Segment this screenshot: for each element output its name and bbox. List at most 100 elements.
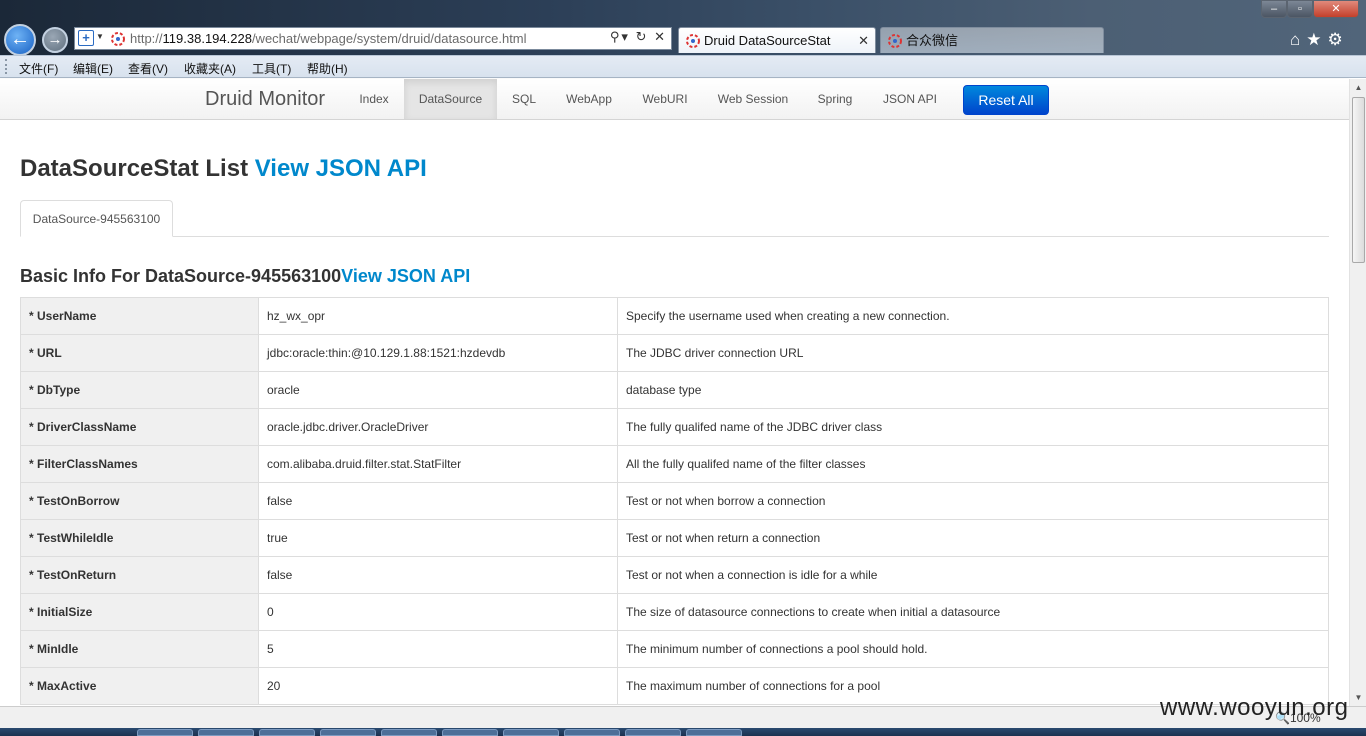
compat-view-icon[interactable]: + bbox=[78, 30, 94, 46]
row-value: oracle.jdbc.driver.OracleDriver bbox=[258, 408, 618, 446]
tools-gear-icon[interactable]: ⚙ bbox=[1328, 30, 1349, 49]
url-prefix: http:// bbox=[130, 31, 163, 46]
nav-json-api[interactable]: JSON API bbox=[868, 79, 952, 119]
taskbar-button[interactable] bbox=[259, 729, 315, 736]
row-value: true bbox=[258, 519, 618, 557]
row-key: * FilterClassNames bbox=[20, 445, 259, 483]
vertical-scrollbar[interactable]: ▲ ▼ bbox=[1349, 79, 1366, 706]
tab-druid-datasourcestat[interactable]: Druid DataSourceStat ✕ bbox=[678, 27, 876, 53]
row-key: * DbType bbox=[20, 371, 259, 409]
search-icon[interactable]: ⚲▾ bbox=[610, 29, 630, 44]
table-row: * URL jdbc:oracle:thin:@10.129.1.88:1521:… bbox=[20, 334, 1329, 372]
nav-web-session[interactable]: Web Session bbox=[704, 79, 802, 119]
nav-datasource[interactable]: DataSource bbox=[404, 79, 497, 119]
taskbar-button[interactable] bbox=[320, 729, 376, 736]
main-content: DataSourceStat List View JSON API DataSo… bbox=[0, 120, 1349, 706]
address-tools: ⚲▾ ↻ ✕ bbox=[610, 29, 667, 45]
view-json-api-link[interactable]: View JSON API bbox=[255, 155, 427, 182]
table-row: * FilterClassNames com.alibaba.druid.filt… bbox=[20, 445, 1329, 483]
taskbar-button[interactable] bbox=[625, 729, 681, 736]
browser-toolbar-icons: ⌂★⚙ bbox=[1290, 30, 1349, 50]
druid-favicon bbox=[888, 34, 902, 48]
row-value: false bbox=[258, 482, 618, 520]
nav-sql[interactable]: SQL bbox=[500, 79, 548, 119]
nav-webapp[interactable]: WebApp bbox=[551, 79, 627, 119]
back-arrow-icon[interactable]: ← bbox=[4, 24, 36, 56]
row-description: The fully qualifed name of the JDBC driv… bbox=[617, 408, 1329, 446]
address-url[interactable]: http://119.38.194.228/wechat/webpage/sys… bbox=[130, 31, 527, 46]
maximize-button[interactable]: ▫ bbox=[1287, 0, 1313, 18]
table-row: * MaxActive 20 The maximum number of conne… bbox=[20, 667, 1329, 705]
row-description: Test or not when a connection is idle fo… bbox=[617, 556, 1329, 594]
watermark: www.wooyun.org bbox=[1160, 694, 1349, 721]
favorites-star-icon[interactable]: ★ bbox=[1306, 30, 1327, 49]
title-bar: ‒ ▫ ✕ ← → + ▼ http://119.38.194.228/wech… bbox=[0, 0, 1366, 56]
brand[interactable]: Druid Monitor bbox=[205, 88, 325, 111]
menu-view[interactable]: 查看(V) bbox=[128, 60, 168, 77]
druid-favicon bbox=[111, 32, 125, 46]
table-row: * TestOnBorrow false Test or not when borr… bbox=[20, 482, 1329, 520]
menu-grip bbox=[5, 59, 8, 74]
row-key: * URL bbox=[20, 334, 259, 372]
url-path: /wechat/webpage/system/druid/datasource.… bbox=[251, 31, 527, 46]
basic-info-title-text: Basic Info For DataSource-945563100 bbox=[20, 266, 342, 286]
row-key: * MinIdle bbox=[20, 630, 259, 668]
row-description: The size of datasource connections to cr… bbox=[617, 593, 1329, 631]
page-title-text: DataSourceStat List bbox=[20, 155, 249, 182]
table-row: * DriverClassName oracle.jdbc.driver.Orac… bbox=[20, 408, 1329, 446]
menu-edit[interactable]: 编辑(E) bbox=[73, 60, 113, 77]
taskbar-button[interactable] bbox=[442, 729, 498, 736]
basic-view-json-api-link[interactable]: View JSON API bbox=[341, 266, 470, 286]
chevron-down-icon[interactable]: ▼ bbox=[96, 32, 104, 41]
forward-arrow-icon[interactable]: → bbox=[42, 27, 68, 53]
row-description: Test or not when borrow a connection bbox=[617, 482, 1329, 520]
taskbar-button[interactable] bbox=[198, 729, 254, 736]
row-key: * MaxActive bbox=[20, 667, 259, 705]
close-tab-icon[interactable]: ✕ bbox=[858, 28, 869, 53]
menu-favorites[interactable]: 收藏夹(A) bbox=[184, 60, 236, 77]
nav-spring[interactable]: Spring bbox=[806, 79, 864, 119]
taskbar-button[interactable] bbox=[564, 729, 620, 736]
taskbar-button[interactable] bbox=[503, 729, 559, 736]
scroll-up-icon[interactable]: ▲ bbox=[1350, 79, 1366, 96]
row-description: database type bbox=[617, 371, 1329, 409]
refresh-icon[interactable]: ↻ bbox=[636, 29, 649, 44]
taskbar-button[interactable] bbox=[137, 729, 193, 736]
basic-info-table-body: * UserName hz_wx_opr Specify the username … bbox=[20, 297, 1329, 705]
home-icon[interactable]: ⌂ bbox=[1290, 30, 1306, 49]
menu-help[interactable]: 帮助(H) bbox=[307, 60, 348, 77]
menu-tools[interactable]: 工具(T) bbox=[252, 60, 291, 77]
minimize-button[interactable]: ‒ bbox=[1261, 0, 1287, 18]
row-key: * InitialSize bbox=[20, 593, 259, 631]
row-description: The JDBC driver connection URL bbox=[617, 334, 1329, 372]
row-value: 5 bbox=[258, 630, 618, 668]
menu-bar: 文件(F) 编辑(E) 查看(V) 收藏夹(A) 工具(T) 帮助(H) bbox=[0, 55, 1366, 78]
nav-weburi[interactable]: WebURI bbox=[630, 79, 700, 119]
row-value: com.alibaba.druid.filter.stat.StatFilter bbox=[258, 445, 618, 483]
row-description: The minimum number of connections a pool… bbox=[617, 630, 1329, 668]
taskbar-button[interactable] bbox=[381, 729, 437, 736]
druid-favicon bbox=[686, 34, 700, 48]
taskbar-button[interactable] bbox=[686, 729, 742, 736]
scroll-down-icon[interactable]: ▼ bbox=[1350, 689, 1366, 706]
row-value: hz_wx_opr bbox=[258, 297, 618, 335]
row-value: false bbox=[258, 556, 618, 594]
row-description: Specify the username used when creating … bbox=[617, 297, 1329, 335]
reset-all-button[interactable]: Reset All bbox=[963, 85, 1049, 115]
stop-icon[interactable]: ✕ bbox=[654, 29, 667, 44]
url-host: 119.38.194.228 bbox=[162, 31, 252, 46]
address-bar[interactable]: + ▼ http://119.38.194.228/wechat/webpage… bbox=[74, 27, 672, 50]
row-value: 0 bbox=[258, 593, 618, 631]
menu-file[interactable]: 文件(F) bbox=[19, 60, 58, 77]
taskbar bbox=[0, 728, 1366, 736]
tab-datasource[interactable]: DataSource-945563100 bbox=[20, 200, 173, 237]
row-value: jdbc:oracle:thin:@10.129.1.88:1521:hzdev… bbox=[258, 334, 618, 372]
row-key: * UserName bbox=[20, 297, 259, 335]
nav-index[interactable]: Index bbox=[347, 79, 401, 119]
table-row: * MinIdle 5 The minimum number of connecti… bbox=[20, 630, 1329, 668]
close-window-button[interactable]: ✕ bbox=[1313, 0, 1359, 18]
row-key: * TestWhileIdle bbox=[20, 519, 259, 557]
tab-hezhong-weixin[interactable]: 合众微信 bbox=[880, 27, 1104, 53]
scrollbar-thumb[interactable] bbox=[1352, 97, 1365, 263]
table-row: * InitialSize 0 The size of datasource con… bbox=[20, 593, 1329, 631]
